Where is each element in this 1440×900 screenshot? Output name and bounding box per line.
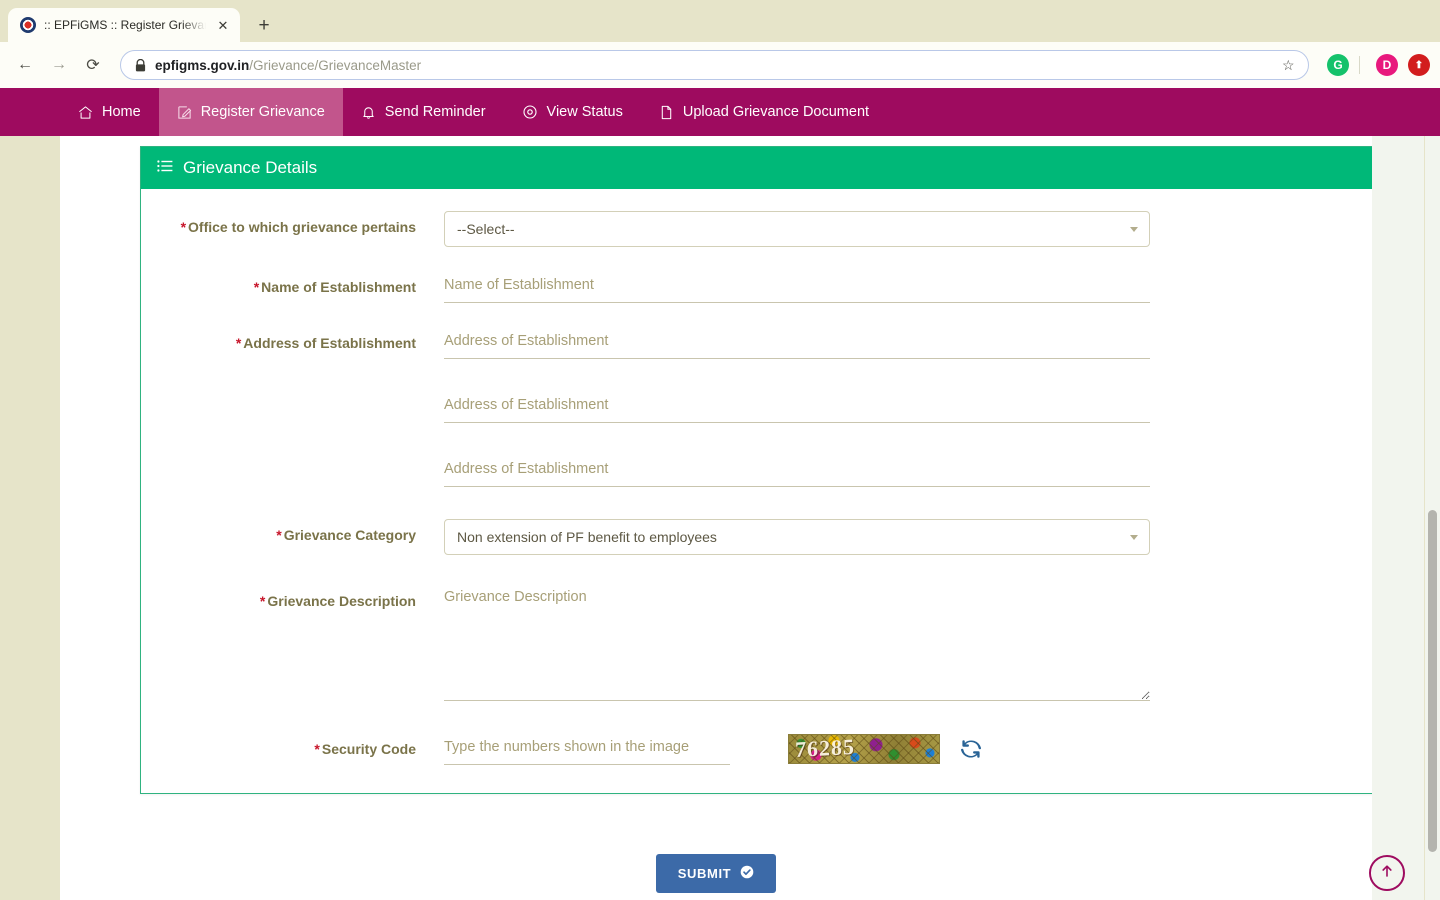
field-row-grievance-category: * Grievance Category Non extension of PF … [141, 519, 1404, 555]
site-navigation: Home Register Grievance Send Reminder Vi… [0, 88, 1440, 136]
bell-icon [361, 105, 376, 120]
nav-item-send-reminder[interactable]: Send Reminder [343, 88, 504, 136]
nav-item-send-reminder-label: Send Reminder [384, 104, 486, 120]
tab-title: :: EPFiGMS :: Register Grievance [44, 18, 206, 32]
nav-item-register-grievance-label: Register Grievance [200, 104, 325, 120]
establishment-address-label-text: Address of Establishment [243, 335, 416, 351]
nav-item-home-label: Home [102, 104, 141, 120]
submit-button[interactable]: SUBMIT [655, 854, 777, 893]
lock-icon [135, 58, 146, 71]
nav-item-upload-grievance-document-label: Upload Grievance Document [682, 104, 870, 120]
office-label-text: Office to which grievance pertains [188, 219, 416, 235]
browser-window: :: EPFiGMS :: Register Grievance ✕ + ← →… [0, 0, 1440, 900]
update-extension-icon[interactable]: ⬆ [1408, 54, 1430, 76]
list-icon [157, 158, 173, 178]
submit-button-label: SUBMIT [677, 866, 732, 881]
security-code-control: 76285 [444, 733, 1150, 765]
establishment-name-label-text: Name of Establishment [261, 279, 416, 295]
captcha-image: 76285 [788, 734, 940, 764]
grievance-description-label-text: Grievance Description [267, 593, 416, 609]
nav-item-view-status[interactable]: View Status [504, 88, 641, 136]
office-select-value: --Select-- [457, 221, 515, 237]
grievance-category-label-text: Grievance Category [283, 527, 416, 543]
establishment-address-line2-input[interactable] [444, 391, 1150, 423]
grievance-category-select-value: Non extension of PF benefit to employees [457, 529, 717, 545]
url-path: /Grievance/GrievanceMaster [249, 57, 422, 73]
file-upload-icon [659, 105, 674, 120]
establishment-address-line1-input[interactable] [444, 327, 1150, 359]
establishment-name-input[interactable] [444, 271, 1150, 303]
page-body: Grievance Details * Office to which griev… [0, 136, 1440, 900]
nav-item-upload-grievance-document[interactable]: Upload Grievance Document [641, 88, 887, 136]
browser-toolbar: ← → ⟳ epfigms.gov.in/Grievance/Grievance… [0, 42, 1440, 88]
tab-strip: :: EPFiGMS :: Register Grievance ✕ + [0, 0, 1440, 42]
establishment-address-control [444, 327, 1150, 487]
nav-item-home[interactable]: Home [60, 88, 159, 136]
url-text: epfigms.gov.in/Grievance/GrievanceMaster [155, 58, 1273, 73]
url-domain: epfigms.gov.in [155, 57, 250, 73]
back-icon[interactable]: ← [10, 50, 40, 80]
reload-icon[interactable]: ⟳ [78, 50, 108, 80]
home-icon [78, 105, 93, 120]
grievance-category-label: * Grievance Category [141, 519, 444, 545]
scroll-to-top-button[interactable] [1369, 855, 1405, 891]
refresh-icon[interactable] [960, 738, 982, 760]
captcha-row: 76285 [444, 733, 1150, 765]
check-circle-icon [740, 865, 754, 882]
epfo-emblem-icon [20, 17, 36, 33]
arrow-up-circle-icon [1378, 862, 1396, 885]
field-row-establishment-address: * Address of Establishment [141, 327, 1404, 487]
nav-item-register-grievance[interactable]: Register Grievance [158, 88, 343, 136]
card-header: Grievance Details [141, 147, 1404, 189]
grievance-details-card: Grievance Details * Office to which griev… [140, 146, 1405, 794]
content-area: Grievance Details * Office to which griev… [60, 136, 1405, 900]
security-code-input[interactable] [444, 733, 730, 765]
nav-item-view-status-label: View Status [546, 104, 623, 120]
grammarly-extension-icon[interactable]: G [1327, 54, 1349, 76]
grievance-description-textarea[interactable] [444, 585, 1150, 701]
forward-icon[interactable]: → [44, 50, 74, 80]
required-asterisk: * [259, 593, 266, 609]
submit-area: SUBMIT [60, 854, 1372, 893]
grievance-category-select[interactable]: Non extension of PF benefit to employees [444, 519, 1150, 555]
close-icon[interactable]: ✕ [214, 16, 232, 34]
field-row-security-code: *Security Code 76285 [141, 733, 1404, 765]
toolbar-divider [1359, 56, 1360, 74]
required-asterisk: * [314, 741, 320, 757]
field-row-grievance-description: * Grievance Description [141, 585, 1404, 701]
field-row-establishment-name: * Name of Establishment [141, 271, 1404, 303]
bookmark-star-icon[interactable]: ☆ [1282, 57, 1298, 74]
browser-tab[interactable]: :: EPFiGMS :: Register Grievance ✕ [8, 8, 240, 42]
establishment-name-control [444, 271, 1150, 303]
page-scrollbar[interactable] [1425, 136, 1440, 900]
grievance-category-control: Non extension of PF benefit to employees [444, 519, 1150, 555]
establishment-address-label: * Address of Establishment [141, 327, 444, 353]
establishment-name-label: * Name of Establishment [141, 271, 444, 297]
captcha-text: 76285 [795, 734, 855, 763]
office-select[interactable]: --Select-- [444, 211, 1150, 247]
card-body: * Office to which grievance pertains --Se… [141, 189, 1404, 793]
profile-avatar[interactable]: D [1376, 54, 1398, 76]
grievance-description-control [444, 585, 1150, 701]
required-asterisk: * [180, 219, 187, 235]
office-label: * Office to which grievance pertains [141, 211, 444, 237]
eye-icon [522, 104, 538, 120]
grievance-description-label: * Grievance Description [141, 585, 444, 611]
right-gutter [1372, 136, 1424, 900]
scrollbar-thumb[interactable] [1428, 510, 1437, 852]
security-code-label: * Security Code [141, 733, 444, 759]
address-bar[interactable]: epfigms.gov.in/Grievance/GrievanceMaster… [120, 50, 1309, 80]
chevron-down-icon [1130, 535, 1138, 540]
edit-square-icon [177, 105, 192, 120]
card-header-title: Grievance Details [183, 158, 318, 177]
required-asterisk: * [253, 279, 260, 295]
field-row-office: * Office to which grievance pertains --Se… [141, 211, 1404, 247]
office-control: --Select-- [444, 211, 1150, 247]
security-code-label-text: Security Code [321, 741, 416, 757]
new-tab-button[interactable]: + [250, 11, 278, 39]
required-asterisk: * [276, 527, 282, 543]
chevron-down-icon [1130, 227, 1138, 232]
establishment-address-line3-input[interactable] [444, 455, 1150, 487]
required-asterisk: * [235, 335, 242, 351]
